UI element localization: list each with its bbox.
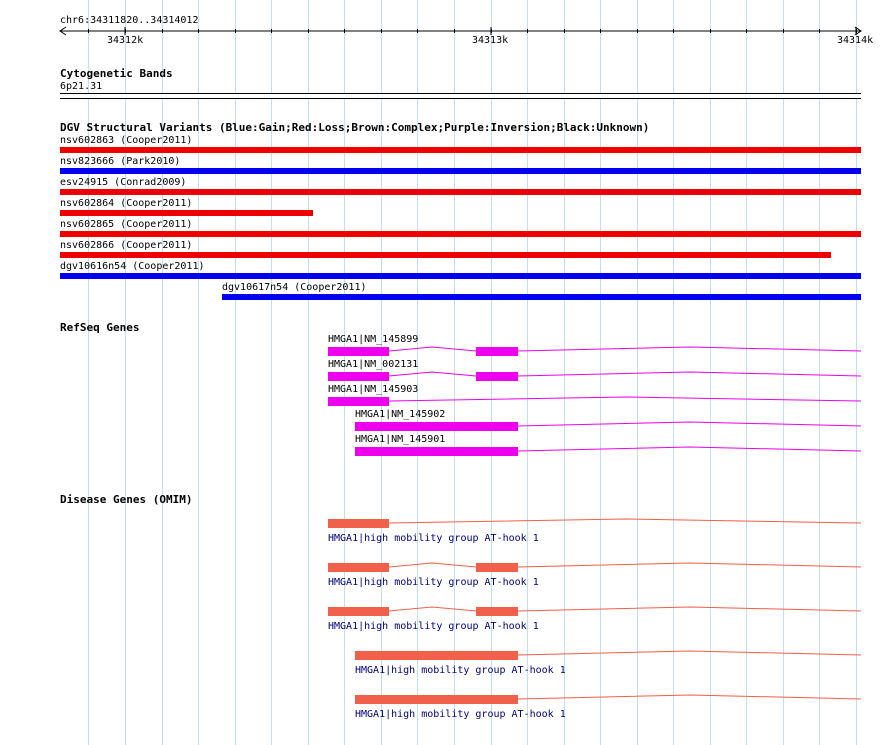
omim-intron	[388, 562, 477, 568]
omim-intron	[388, 518, 862, 524]
omim-gene-models[interactable]	[0, 0, 890, 745]
omim-gene-label: HMGA1|high mobility group AT-hook 1	[355, 665, 566, 676]
omim-gene-label: HMGA1|high mobility group AT-hook 1	[328, 533, 539, 544]
omim-intron	[388, 606, 477, 612]
omim-transcript	[328, 606, 862, 616]
omim-exon	[476, 563, 518, 572]
omim-exon	[328, 519, 389, 528]
omim-gene-label: HMGA1|high mobility group AT-hook 1	[328, 621, 539, 632]
omim-exon	[328, 563, 389, 572]
omim-transcript	[355, 694, 862, 704]
omim-intron	[517, 650, 862, 656]
omim-exon	[476, 607, 518, 616]
omim-gene-label: HMGA1|high mobility group AT-hook 1	[328, 577, 539, 588]
omim-intron	[517, 606, 862, 612]
omim-exon	[355, 695, 518, 704]
genome-browser-panel: chr6:34311820..34314012 34312k 34313k 34…	[0, 0, 890, 745]
omim-transcript	[328, 562, 862, 572]
omim-transcript	[355, 650, 862, 660]
omim-exon	[328, 607, 389, 616]
omim-intron	[517, 694, 862, 700]
omim-gene-label: HMGA1|high mobility group AT-hook 1	[355, 709, 566, 720]
omim-exon	[355, 651, 518, 660]
omim-transcript	[328, 518, 862, 528]
omim-intron	[517, 562, 862, 568]
